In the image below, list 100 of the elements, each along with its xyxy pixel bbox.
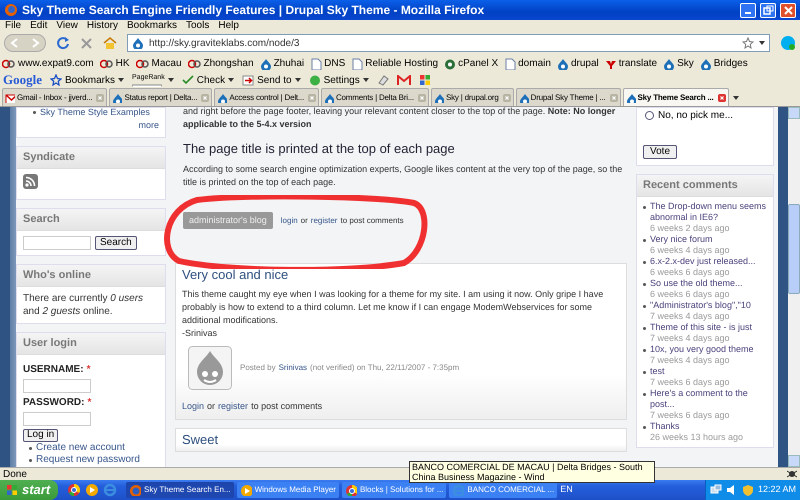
browser-tab[interactable]: Drupal Sky Theme | ... [516, 88, 621, 106]
account-link[interactable]: Create new account [36, 442, 125, 454]
bullet [643, 327, 646, 330]
window-title: Sky Theme Search Engine Friendly Features | Drupal Sky Theme - Mozilla Firefox [22, 2, 486, 19]
menu-item[interactable]: View [56, 20, 78, 31]
bullet [33, 111, 36, 114]
vote-button[interactable]: Vote [643, 145, 678, 159]
text-link[interactable]: Login [182, 400, 204, 413]
username-field[interactable] [23, 378, 91, 392]
taskbar-button[interactable]: Windows Media Player [236, 482, 339, 498]
bookmark-link[interactable]: Reliable Hosting [365, 56, 438, 71]
bookmark-link[interactable]: Zhongshan [204, 56, 254, 71]
e9-logo-icon [188, 58, 202, 70]
comment-link[interactable]: The Drop-down menu seems abnormal in IE6? [650, 201, 769, 223]
bookmark-link[interactable]: Macau [152, 56, 182, 71]
text-link[interactable]: Srinivas [278, 362, 308, 374]
menu-item[interactable]: File [5, 20, 22, 31]
star-icon [50, 74, 62, 86]
bullet [643, 305, 646, 308]
back-forward-button[interactable] [4, 34, 46, 52]
address-bar[interactable]: http://sky.graviteklabs.com/node/3 [127, 34, 770, 52]
bookmark-link[interactable]: Sky [677, 56, 694, 71]
toolbar-button[interactable]: Bookmarks [65, 72, 116, 88]
bookmark-link[interactable]: domain [518, 56, 551, 71]
bookmark-link[interactable]: translate [618, 56, 658, 71]
bookmark-link[interactable]: drupal [570, 56, 599, 71]
comment-title[interactable]: Very cool and nice [182, 266, 620, 282]
browser-tab[interactable]: Comments | Delta Bri... [320, 88, 429, 106]
comment-link[interactable]: Theme of this site - is just [650, 322, 752, 333]
e9-logo-icon [100, 58, 114, 70]
scrollbar[interactable] [788, 107, 800, 467]
e-logo-icon [452, 484, 464, 496]
more-link[interactable]: more [138, 119, 159, 132]
close-icon [96, 94, 104, 102]
comment-link[interactable]: Very nice forum [650, 234, 730, 245]
google-logo[interactable]: Google [3, 70, 42, 90]
close-icon [418, 94, 426, 102]
text-link[interactable]: register [310, 214, 338, 226]
link-text: (not verified) on Thu, 22/11/2007 - 7:35pm [310, 362, 460, 374]
comment-link[interactable]: Here's a comment to the post... [650, 388, 769, 410]
bookmark-link[interactable]: Zhuhai [274, 56, 304, 71]
browser-tab[interactable]: Access control | Delt... [214, 88, 319, 106]
bookmark-link[interactable]: DNS [324, 56, 346, 71]
link-text: or [300, 214, 308, 226]
browser-tab[interactable]: Sky Theme Search ... [622, 88, 729, 106]
bookmark-link[interactable]: www.expat9.com [18, 56, 94, 71]
sidebar-link[interactable]: Sky Theme Style Examples [40, 108, 150, 117]
menu-item[interactable]: History [86, 20, 118, 31]
bookmark-link[interactable]: Bridges [714, 56, 748, 71]
toolbar-button[interactable]: Send to [257, 72, 292, 88]
comment-title[interactable]: Sweet [182, 432, 620, 448]
radio-button[interactable] [645, 111, 654, 120]
comment-link[interactable]: Thanks [650, 421, 744, 432]
password-field[interactable] [23, 412, 91, 426]
comment-time: 6 weeks 6 days ago [650, 289, 731, 300]
search-field[interactable] [23, 236, 91, 250]
menu-item[interactable]: Edit [30, 20, 48, 31]
caret-icon [732, 96, 739, 100]
bookmark-link[interactable]: HK [116, 56, 130, 71]
send-arrow-icon [242, 74, 254, 86]
taskbar-button[interactable]: Blocks | Solutions for ... [342, 482, 446, 498]
comment-link[interactable]: "Administrator's blog","10 [650, 300, 751, 311]
text-link[interactable]: register [218, 400, 248, 413]
restore-window-button[interactable] [760, 2, 776, 18]
login-button[interactable]: Log in [23, 428, 58, 442]
drop-icon [132, 37, 144, 49]
search-button[interactable]: Search [95, 236, 137, 250]
block-title: Who's online [17, 264, 165, 286]
comment-link[interactable]: test [650, 366, 730, 377]
comment-link[interactable]: So use the old theme... [650, 278, 743, 289]
comment-link[interactable]: 10x, you very good theme [650, 344, 754, 355]
browser-tab[interactable]: Gmail - Inbox - jjverd... [2, 88, 108, 106]
envelope-icon [5, 92, 15, 102]
browser-tab[interactable]: Sky | drupal.org [430, 88, 514, 106]
toolbar-button[interactable]: Settings [324, 72, 360, 88]
minimize-window-button[interactable] [740, 2, 756, 18]
text-link[interactable]: login [280, 214, 298, 226]
toolbar-button[interactable]: Check [196, 72, 226, 88]
language-indicator[interactable]: EN [560, 483, 573, 497]
comment-time: 7 weeks 6 days ago [650, 410, 731, 421]
browser-tab[interactable]: Status report | Delta... [109, 88, 212, 106]
comment-time: 26 weeks 13 hours ago [650, 432, 744, 443]
comment-link[interactable]: 6.x-2.x-dev just released... [650, 256, 756, 267]
skype-logo-icon [780, 35, 796, 51]
bookmark-link[interactable]: cPanel X [458, 56, 498, 71]
page-icon [310, 58, 322, 70]
link-text: to post comments [340, 214, 404, 226]
mail-m-icon [396, 74, 411, 86]
comment-signature: -Srinivas [182, 326, 218, 340]
bullet [643, 239, 646, 242]
play-circle-icon [85, 483, 99, 497]
taskbar-button[interactable]: Sky Theme Search En... [126, 482, 234, 498]
menu-item[interactable]: Help [218, 20, 239, 31]
bullet [29, 458, 32, 462]
shield-icon [742, 484, 754, 496]
taskbar-button[interactable]: BANCO COMERCIAL ... [449, 482, 558, 498]
close-window-button[interactable] [780, 2, 796, 18]
menu-item[interactable]: Bookmarks [126, 20, 177, 31]
menu-item[interactable]: Tools [186, 20, 210, 31]
account-link[interactable]: Request new password [36, 454, 140, 466]
